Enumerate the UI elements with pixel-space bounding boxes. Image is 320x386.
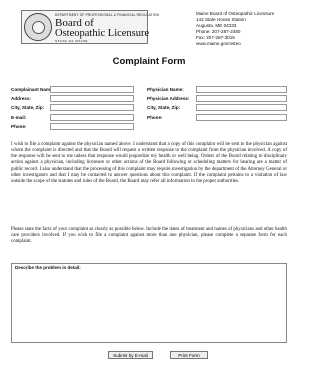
address-line: www.maine.gov/osteo <box>196 40 241 46</box>
physician-name-label: Physician Name: <box>147 87 184 92</box>
physician-name-field[interactable] <box>196 86 287 93</box>
physician-address-field[interactable] <box>196 95 287 102</box>
submit-email-button[interactable]: Submit by E-mail <box>108 351 153 359</box>
page-title: Complaint Form <box>112 56 186 67</box>
complainant-name-label: Complainant Name: <box>11 87 55 92</box>
board-address: Maine Board of Osteopathic Licensure 142… <box>196 11 286 46</box>
state-seal-icon <box>24 13 52 41</box>
problem-description-label: Describe the problem in detail: <box>15 265 81 270</box>
consent-paragraph: I wish to file a complaint against the p… <box>11 142 287 184</box>
physician-address-label: Physician Address: <box>147 96 190 101</box>
logo-licensure: Osteopathic Licensure <box>55 28 150 39</box>
complainant-name-field[interactable] <box>50 86 134 93</box>
logo-state: STATE OF MAINE <box>55 39 88 43</box>
email-label: E-mail: <box>11 115 27 120</box>
physician-phone-label: Phone: <box>147 115 163 120</box>
print-form-button[interactable]: Print Form <box>170 351 208 359</box>
physician-city-state-zip-field[interactable] <box>196 104 287 111</box>
phone-field[interactable] <box>50 123 134 130</box>
city-state-zip-field[interactable] <box>50 104 134 111</box>
problem-description-field[interactable]: Describe the problem in detail: <box>11 263 287 343</box>
phone-label: Phone: <box>11 124 27 129</box>
instructions-paragraph: Please state the facts of your complaint… <box>11 227 287 245</box>
address-label: Address: <box>11 96 31 101</box>
email-field[interactable] <box>50 114 134 121</box>
address-field[interactable] <box>50 95 134 102</box>
physician-phone-field[interactable] <box>196 114 287 121</box>
board-logo: DEPARTMENT OF PROFESSIONAL & FINANCIAL R… <box>21 10 159 44</box>
city-state-zip-label: City, State, Zip: <box>11 105 45 110</box>
physician-city-state-zip-label: City, State, Zip: <box>147 105 181 110</box>
